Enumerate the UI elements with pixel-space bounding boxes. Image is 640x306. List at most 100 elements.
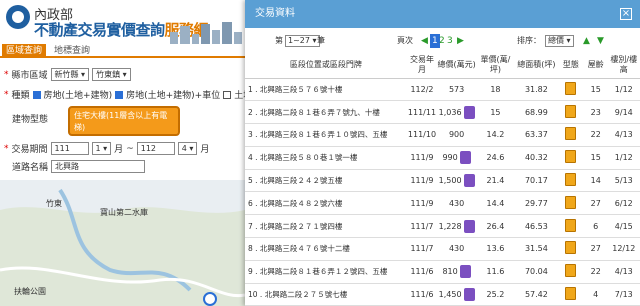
building-type-select[interactable]: 住宅大樓(11層含以上有電梯) <box>68 106 180 136</box>
map-label-area: 竹東 <box>46 199 62 208</box>
table-row[interactable]: 6 . 北興路二段４８２號六樓 111/9 430 14.4 29.77 27 6/12 <box>245 191 640 216</box>
sort-asc-icon[interactable]: ▲ <box>583 36 590 46</box>
building-type-icon[interactable] <box>565 127 577 141</box>
district-value: 竹東鎮 <box>96 70 121 79</box>
note-icon[interactable] <box>463 219 475 233</box>
cell-year-month-text: 111/11 <box>407 107 437 117</box>
note-icon[interactable] <box>463 174 475 188</box>
col-address[interactable]: 區段位置或區段門牌 <box>245 52 407 79</box>
zoom-in-icon[interactable] <box>203 292 217 306</box>
pager-bar: 第 1~27 ▾ 筆 頁次 ◀ 1 2 3 ▶ 排序： 總價 ▾ ▲ ▼ <box>245 34 640 50</box>
cell-unit-price-text: 11.6 <box>486 267 505 277</box>
next-page-icon[interactable]: ▶ <box>457 36 464 46</box>
cell-address-text: 8 . 北興路三段４７６號十二樓 <box>248 244 350 254</box>
note-icon[interactable] <box>463 105 475 119</box>
building-type-icon[interactable] <box>565 287 577 301</box>
cell-total-price: 900 <box>437 123 476 147</box>
cell-area-text: 63.37 <box>524 130 548 140</box>
note-icon[interactable] <box>459 151 471 165</box>
building-type-icon[interactable] <box>565 218 577 232</box>
tab-area-search[interactable]: 區域查詢 <box>2 44 47 58</box>
col-total-price[interactable]: 總價(萬元) <box>437 52 476 79</box>
table-row[interactable]: 8 . 北興路三段４７６號十二樓 111/7 430 13.6 31.54 27 12/12 <box>245 237 640 261</box>
cell-age-text: 27 <box>590 198 601 208</box>
cell-age-text: 27 <box>590 244 601 254</box>
period-label: 交易期間 <box>11 145 48 155</box>
table-header-row: 區段位置或區段門牌 交易年月 總價(萬元) 單價(萬/坪) 總面積(坪) 型態 … <box>245 52 640 79</box>
cell-address-text: 3 . 北興路三段８１巷６弄１０號四、五樓 <box>248 130 388 140</box>
cell-year-month-text: 111/9 <box>410 198 434 208</box>
note-icon[interactable] <box>463 288 475 302</box>
sort-select[interactable]: 總價 ▾ <box>545 35 574 47</box>
table-row[interactable]: 5 . 北興路三段２４２號五樓 111/9 1,500 21.4 70.17 14 5/13 <box>245 169 640 193</box>
table-row[interactable]: 1 . 北興路三段５７６號十樓 112/2 573 18 31.82 15 1/12 <box>245 78 640 102</box>
col-floor[interactable]: 樓別/樓高 <box>607 52 640 79</box>
from-month-select[interactable]: 1 ▾ <box>91 142 112 155</box>
cell-year-month-text: 111/6 <box>410 267 434 277</box>
cell-floor: 4/15 <box>607 214 640 239</box>
building-type-icon[interactable] <box>565 195 577 209</box>
type-option-house-parking: 房地(土地+建物)+車位 <box>126 91 221 101</box>
cell-area: 31.82 <box>514 78 558 102</box>
cell-year-month: 111/9 <box>406 169 438 193</box>
to-year-input[interactable]: 112 <box>136 142 175 155</box>
cell-year-month: 111/9 <box>406 146 438 170</box>
building-type-icon[interactable] <box>565 264 577 278</box>
cell-unit-price: 14.4 <box>476 191 515 216</box>
cell-total-price: 573 <box>437 78 476 102</box>
col-area[interactable]: 總面積(坪) <box>514 52 558 79</box>
map-view[interactable]: 寶山第二水庫 竹東 扶輪公園 <box>0 180 245 306</box>
table-row[interactable]: 9 . 北興路二段８１巷６弄１２號四、五樓 111/6 810 11.6 70.04 22… <box>245 260 640 284</box>
from-month-value: 1 <box>95 144 101 153</box>
col-year-month[interactable]: 交易年月 <box>406 52 438 79</box>
county-label: 縣市區域 <box>11 71 48 81</box>
type-checkbox-land[interactable] <box>223 90 232 99</box>
to-month-select[interactable]: 4 ▾ <box>177 142 198 155</box>
cell-age: 15 <box>583 78 608 102</box>
type-checkbox-house[interactable] <box>32 90 41 99</box>
type-checkbox-house-parking[interactable] <box>115 90 124 99</box>
table-row[interactable]: 7 . 北興路二段２７１號四樓 111/7 1,228 26.4 46.53 6 4/15 <box>245 214 640 239</box>
cell-address-text: 2 . 北興路二段８１巷６弄７號九、十樓 <box>248 107 380 117</box>
building-type-icon[interactable] <box>565 150 577 164</box>
col-unit-price[interactable]: 單價(萬/坪) <box>476 52 515 79</box>
table-row[interactable]: 3 . 北興路三段８１巷６弄１０號四、五樓 111/10 900 14.2 63.37 2… <box>245 123 640 147</box>
cell-area: 68.99 <box>514 100 558 125</box>
site-header: 內政部 不動產交易實價查詢服務網 <box>0 0 245 44</box>
tab-landmark-search[interactable]: 地標查詢 <box>50 44 94 58</box>
page-range-select[interactable]: 1~27 ▾ <box>285 35 320 47</box>
cell-unit-price: 11.6 <box>476 260 515 284</box>
cell-floor: 1/12 <box>607 146 640 170</box>
table-row[interactable]: 10 . 北興路二段２７５號七樓 111/6 1,450 25.2 57.42 4 7/13 <box>245 283 640 306</box>
from-year-input[interactable]: 111 <box>50 142 89 155</box>
building-type-icon[interactable] <box>565 173 577 187</box>
cell-address: 2 . 北興路二段８１巷６弄７號九、十樓 <box>245 100 407 125</box>
page-2[interactable]: 2 <box>439 34 445 48</box>
building-type-icon[interactable] <box>565 81 577 95</box>
prev-page-icon[interactable]: ◀ <box>421 36 428 46</box>
close-icon[interactable]: × <box>620 8 632 20</box>
cell-floor-text: 4/13 <box>614 267 633 277</box>
cell-area: 31.54 <box>514 237 558 261</box>
sort-desc-icon[interactable]: ▼ <box>597 36 604 46</box>
table-row[interactable]: 4 . 北興路三段５８０巷１號一樓 111/9 990 24.6 40.32 15 1/12 <box>245 146 640 170</box>
building-type-icon[interactable] <box>565 241 577 255</box>
sort-value: 總價 <box>548 36 564 45</box>
note-icon[interactable] <box>459 265 471 279</box>
page-3[interactable]: 3 <box>447 34 453 48</box>
cell-age: 14 <box>583 169 608 193</box>
map-label-reservoir: 寶山第二水庫 <box>100 208 148 217</box>
building-type-icon[interactable] <box>565 104 577 118</box>
table-row[interactable]: 2 . 北興路二段８１巷６弄７號九、十樓 111/11 1,036 15 68.99 23… <box>245 100 640 125</box>
district-select[interactable]: 竹東鎮 ▾ <box>92 68 131 81</box>
type-row: * 種類 房地(土地+建物) 房地(土地+建物)+車位 土地 <box>4 88 252 102</box>
cell-year-month: 111/7 <box>406 214 438 239</box>
county-select[interactable]: 新竹縣 ▾ <box>50 68 90 81</box>
cell-floor: 6/12 <box>607 191 640 216</box>
col-type[interactable]: 型態 <box>557 52 584 79</box>
cell-type <box>557 169 584 193</box>
cell-area-text: 57.42 <box>524 290 548 300</box>
cell-age: 23 <box>583 100 608 125</box>
col-age[interactable]: 屋齡 <box>583 52 608 79</box>
road-input[interactable]: 北興路 <box>51 160 146 173</box>
